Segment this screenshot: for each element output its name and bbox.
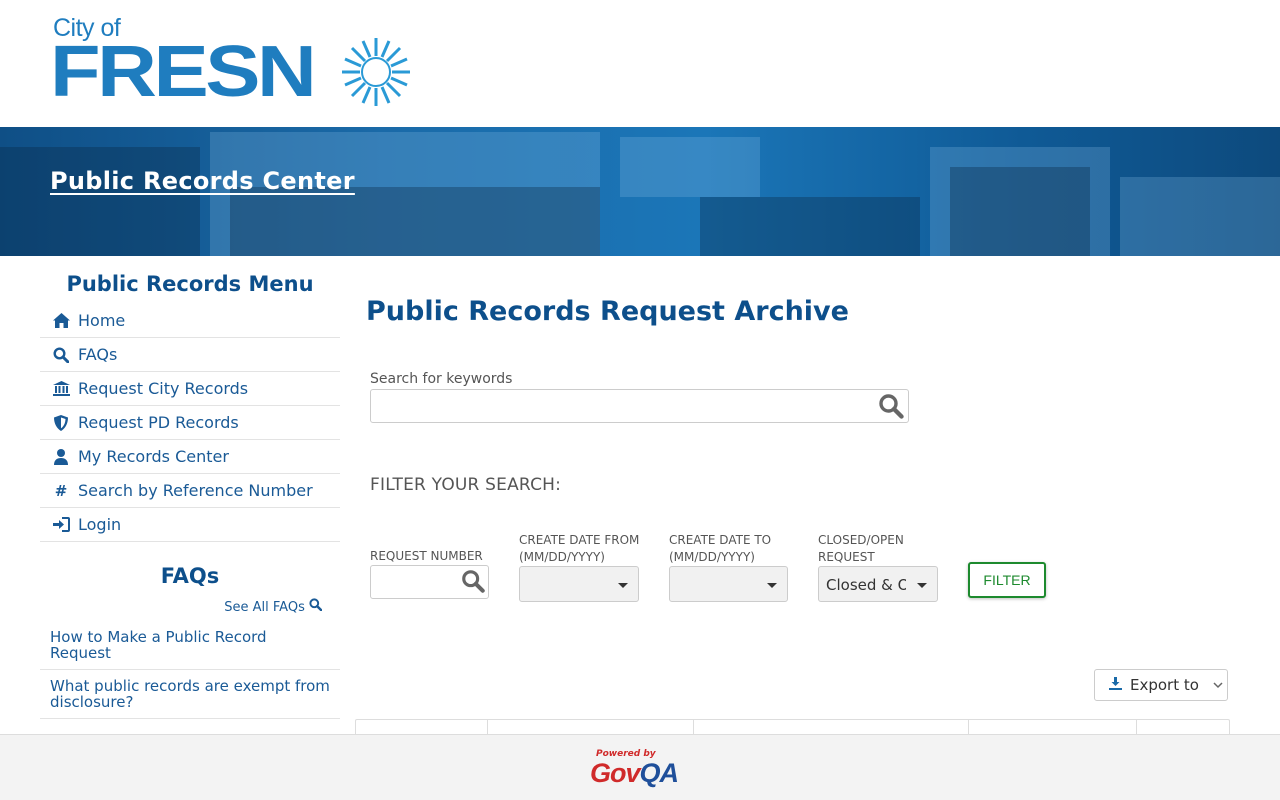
- create-date-to-select[interactable]: [669, 566, 788, 602]
- caret-down-icon: [618, 583, 628, 588]
- faqs-title: FAQs: [160, 564, 220, 588]
- hash-icon: #: [54, 481, 68, 500]
- sidebar-item-my-records-center[interactable]: My Records Center: [40, 440, 340, 474]
- sidebar-item-faqs[interactable]: FAQs: [40, 338, 340, 372]
- closed-open-label: CLOSED/OPEN REQUEST: [818, 533, 904, 564]
- faq-link[interactable]: How to Make a Public Record Request: [40, 621, 340, 670]
- sidebar-item-home[interactable]: Home: [40, 304, 340, 338]
- search-icon[interactable]: [878, 393, 904, 423]
- header-banner: Public Records Center: [0, 127, 1280, 256]
- user-icon: [52, 448, 70, 465]
- request-number-label: REQUEST NUMBER: [370, 549, 483, 563]
- filter-heading: FILTER YOUR SEARCH:: [370, 475, 562, 495]
- bank-icon: [52, 381, 70, 396]
- closed-open-value: Closed & Open: [826, 576, 906, 594]
- see-all-faqs-link[interactable]: See All FAQs: [40, 598, 340, 615]
- caret-down-icon: [917, 583, 927, 588]
- faq-link[interactable]: What public records are exempt from disc…: [40, 670, 340, 719]
- sidebar-item-label: My Records Center: [78, 447, 229, 466]
- sidebar-item-label: FAQs: [78, 345, 118, 364]
- govqa-logo[interactable]: Powered by GovQA: [590, 749, 695, 789]
- sidebar-item-label: Request PD Records: [78, 413, 239, 432]
- sidebar-item-request-city-records[interactable]: Request City Records: [40, 372, 340, 406]
- sidebar-item-label: Home: [78, 311, 126, 330]
- request-number-input[interactable]: [370, 565, 489, 599]
- search-icon: [309, 598, 323, 615]
- public-records-center-link[interactable]: Public Records Center: [50, 167, 355, 195]
- govqa-brand-gov: Gov: [590, 758, 641, 788]
- create-date-to-label: CREATE DATE TO (MM/DD/YYYY): [669, 533, 772, 564]
- sun-icon: [342, 38, 410, 106]
- search-icon[interactable]: [461, 569, 485, 597]
- filter-button[interactable]: FILTER: [968, 562, 1046, 598]
- sidebar: Public Records Menu Home FAQs Request Ci…: [40, 270, 340, 719]
- sidebar-item-login[interactable]: Login: [40, 508, 340, 542]
- sidebar-item-label: Request City Records: [78, 379, 249, 398]
- menu-title: Public Records Menu: [66, 272, 314, 296]
- sidebar-item-label: Search by Reference Number: [78, 481, 313, 500]
- city-of-fresno-logo[interactable]: City of FRESN: [50, 14, 410, 114]
- sidebar-item-request-pd-records[interactable]: Request PD Records: [40, 406, 340, 440]
- keyword-search-input[interactable]: [370, 389, 909, 423]
- chevron-down-icon: [1213, 678, 1223, 692]
- see-all-faqs-label: See All FAQs: [224, 600, 305, 615]
- login-icon: [52, 517, 70, 532]
- footer: Powered by GovQA: [0, 734, 1280, 800]
- page-title: Public Records Request Archive: [366, 296, 849, 327]
- govqa-brand-qa: QA: [639, 758, 679, 788]
- create-date-from-label: CREATE DATE FROM (MM/DD/YYYY): [519, 533, 640, 564]
- logo-fresno: FRESN: [50, 32, 317, 112]
- download-icon: [1109, 676, 1122, 694]
- closed-open-select[interactable]: Closed & Open: [818, 566, 938, 602]
- shield-icon: [52, 414, 70, 431]
- home-icon: [52, 313, 70, 328]
- export-label: Export to: [1130, 676, 1199, 694]
- govqa-brand: GovQA: [590, 758, 679, 789]
- keyword-search-label: Search for keywords: [370, 371, 513, 387]
- create-date-from-select[interactable]: [519, 566, 639, 602]
- sidebar-item-search-by-reference-number[interactable]: # Search by Reference Number: [40, 474, 340, 508]
- sidebar-item-label: Login: [78, 515, 122, 534]
- export-button[interactable]: Export to: [1094, 669, 1228, 701]
- search-icon: [52, 346, 70, 363]
- caret-down-icon: [767, 583, 777, 588]
